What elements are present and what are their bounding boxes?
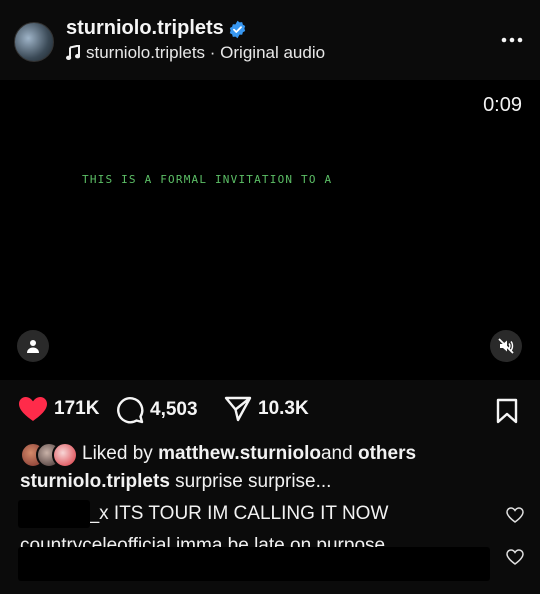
more-options-icon[interactable] xyxy=(500,30,524,50)
share-button[interactable]: 10.3K xyxy=(224,396,309,422)
verified-badge-icon xyxy=(229,20,246,39)
liked-by-others[interactable]: others xyxy=(358,443,416,465)
music-note-icon xyxy=(66,45,80,60)
liked-by-prefix: Liked by xyxy=(82,443,153,464)
redaction-block xyxy=(18,547,490,581)
post-header: sturniolo.triplets sturniolo.triplets · … xyxy=(0,0,540,80)
comment-like-icon[interactable] xyxy=(506,549,524,565)
liked-by-row[interactable]: Liked by matthew.sturniolo and others xyxy=(20,442,416,468)
action-bar: 171K 4,503 10.3K xyxy=(0,388,540,432)
heart-filled-icon xyxy=(19,397,47,421)
send-icon xyxy=(224,396,252,422)
comment-button[interactable]: 4,503 xyxy=(116,396,198,424)
audio-label: Original audio xyxy=(220,43,326,62)
audio-info[interactable]: sturniolo.triplets · Original audio xyxy=(66,43,325,63)
comment-bubble-icon xyxy=(117,397,144,424)
post-caption: sturniolo.triplets surprise surprise... xyxy=(20,471,331,493)
caption-text: surprise surprise... xyxy=(169,471,332,492)
caption-username[interactable]: sturniolo.triplets xyxy=(20,471,170,492)
speaker-muted-icon xyxy=(498,338,514,354)
like-button[interactable]: 171K xyxy=(18,396,99,422)
user-icon xyxy=(27,340,39,353)
liked-by-user[interactable]: matthew.sturniolo xyxy=(158,443,321,465)
liked-by-middle: and xyxy=(320,443,353,464)
liker-avatars xyxy=(20,442,78,468)
mute-toggle-button[interactable] xyxy=(490,330,522,362)
username[interactable]: sturniolo.triplets xyxy=(66,17,224,40)
liker-avatar xyxy=(52,442,78,468)
tagged-users-button[interactable] xyxy=(17,330,49,362)
comment-like-icon[interactable] xyxy=(506,507,524,523)
audio-separator: · xyxy=(205,43,221,62)
profile-avatar[interactable] xyxy=(14,22,54,62)
comment-text: ITS TOUR IM CALLING IT NOW xyxy=(108,503,389,524)
audio-username: sturniolo.triplets xyxy=(86,43,206,62)
share-count: 10.3K xyxy=(258,398,309,419)
redaction-block xyxy=(18,500,90,528)
bookmark-icon[interactable] xyxy=(496,398,518,424)
video-caption-text: THIS IS A FORMAL INVITATION TO A xyxy=(82,173,333,186)
video-timer: 0:09 xyxy=(483,94,522,116)
like-count: 171K xyxy=(54,398,100,419)
comment-count: 4,503 xyxy=(150,399,198,420)
video-player[interactable]: 0:09 THIS IS A FORMAL INVITATION TO A xyxy=(0,80,540,380)
